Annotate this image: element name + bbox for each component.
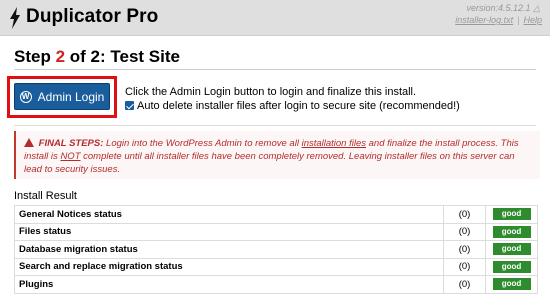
- install-result-label: Install Result: [14, 190, 77, 202]
- warning-divider: [14, 125, 536, 126]
- table-row: Database migration status (0) good: [14, 240, 538, 259]
- final-steps-warning: FINAL STEPS: Login into the WordPress Ad…: [14, 131, 540, 179]
- row-count: (0): [443, 257, 486, 276]
- row-name: Plugins: [14, 275, 444, 294]
- table-row: Files status (0) good: [14, 222, 538, 241]
- row-name: Files status: [14, 222, 444, 241]
- status-badge[interactable]: good: [492, 243, 531, 256]
- row-count: (0): [443, 222, 486, 241]
- row-name: General Notices status: [14, 205, 444, 224]
- page-title: Step 2 of 2: Test Site: [14, 47, 180, 66]
- table-row: General Notices status (0) good: [14, 205, 538, 224]
- row-count: (0): [443, 275, 486, 294]
- status-badge[interactable]: good: [492, 278, 531, 291]
- table-row: Plugins (0) good: [14, 275, 538, 294]
- not-emphasis: NOT: [60, 151, 81, 162]
- status-badge[interactable]: good: [492, 208, 531, 221]
- app-header: Duplicator Pro version:4.5.12.1 △ instal…: [0, 0, 550, 36]
- help-link[interactable]: Help: [523, 15, 542, 25]
- status-badge[interactable]: good: [492, 225, 531, 238]
- admin-login-button[interactable]: W Admin Login: [14, 83, 110, 110]
- install-result-table: General Notices status (0) good Files st…: [14, 205, 538, 294]
- auto-delete-checkbox[interactable]: [125, 101, 134, 110]
- row-name: Search and replace migration status: [14, 257, 444, 276]
- installer-log-link[interactable]: installer-log.txt: [455, 15, 513, 25]
- wordpress-icon: W: [19, 90, 32, 103]
- installation-files-link[interactable]: installation files: [302, 138, 366, 149]
- row-count: (0): [443, 240, 486, 259]
- version-link[interactable]: version:4.5.12.1 △: [467, 3, 540, 14]
- row-count: (0): [443, 205, 486, 224]
- table-row: Search and replace migration status (0) …: [14, 257, 538, 276]
- bolt-icon: [10, 7, 20, 29]
- header-links: installer-log.txt | Help: [455, 15, 542, 25]
- warning-heading: FINAL STEPS:: [38, 138, 104, 149]
- auto-delete-label[interactable]: Auto delete installer files after login …: [137, 100, 460, 112]
- title-divider: [14, 69, 536, 70]
- admin-login-label: Admin Login: [37, 89, 105, 104]
- status-badge[interactable]: good: [492, 260, 531, 273]
- app-title: Duplicator Pro: [26, 6, 159, 27]
- login-instruction: Click the Admin Login button to login an…: [125, 86, 417, 98]
- warning-icon: [24, 138, 34, 147]
- row-name: Database migration status: [14, 240, 444, 259]
- current-step-number: 2: [55, 47, 66, 66]
